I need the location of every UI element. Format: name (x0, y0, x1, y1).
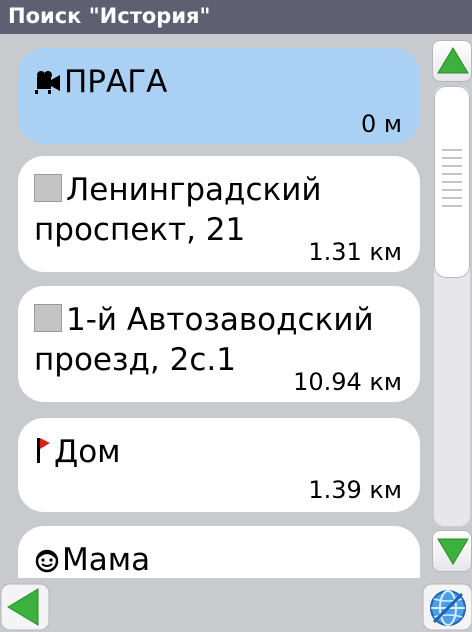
list-item-distance: 1.31 км (308, 238, 402, 266)
list-item-distance: 1.39 км (308, 476, 402, 504)
list-item-label: Дом (54, 434, 121, 470)
list-item-title: ПРАГА (34, 62, 408, 105)
arrow-up-icon (437, 47, 469, 74)
back-button[interactable] (0, 580, 52, 632)
list-item-title: Дом (34, 432, 408, 475)
scroll-up-button[interactable] (432, 40, 472, 82)
list-item-label: ПРАГА (64, 64, 168, 100)
grip-line (442, 157, 462, 159)
grip-line (442, 197, 462, 199)
gray-square-icon (34, 174, 62, 202)
list-item-mama[interactable]: Мама (18, 526, 420, 578)
scrollbar[interactable] (428, 34, 472, 578)
grip-line (442, 181, 462, 183)
list-item-label: 1-й Автозаводский (66, 302, 374, 338)
window-title: Поиск "История" (0, 0, 472, 34)
arrow-down-icon (437, 538, 469, 565)
camera-icon (34, 65, 62, 105)
list-item-distance: 10.94 км (293, 368, 402, 396)
back-arrow-icon (0, 583, 50, 631)
list-item-label: Ленинградский (66, 172, 322, 208)
list-item-label-line2: проспект, 21 (34, 212, 246, 248)
grip-line (442, 165, 462, 167)
grip-line (442, 205, 462, 207)
list-item-avtozavodsky[interactable]: 1-й Автозаводский проезд, 2с.1 10.94 км (18, 286, 420, 402)
list-item-praga[interactable]: ПРАГА 0 м (18, 48, 420, 144)
scroll-thumb[interactable] (434, 86, 470, 278)
bottom-toolbar (0, 578, 472, 632)
map-button[interactable] (420, 580, 472, 632)
list-item-home[interactable]: Дом 1.39 км (18, 418, 420, 512)
grip-line (442, 189, 462, 191)
list-item-title: Мама (34, 540, 408, 578)
globe-icon (422, 583, 472, 631)
gray-square-icon (34, 304, 62, 332)
list-item-label-line2: проезд, 2с.1 (34, 342, 236, 378)
scroll-down-button[interactable] (432, 530, 472, 572)
results-list: ПРАГА 0 м Ленинградский проспект, 21 1.3… (0, 34, 428, 578)
list-item-leningradsky[interactable]: Ленинградский проспект, 21 1.31 км (18, 156, 420, 272)
grip-line (442, 173, 462, 175)
red-flag-icon (34, 435, 52, 475)
list-item-label: Мама (62, 542, 151, 578)
grip-line (442, 149, 462, 151)
list-item-distance: 0 м (360, 110, 402, 138)
smiley-face-icon (34, 543, 60, 578)
